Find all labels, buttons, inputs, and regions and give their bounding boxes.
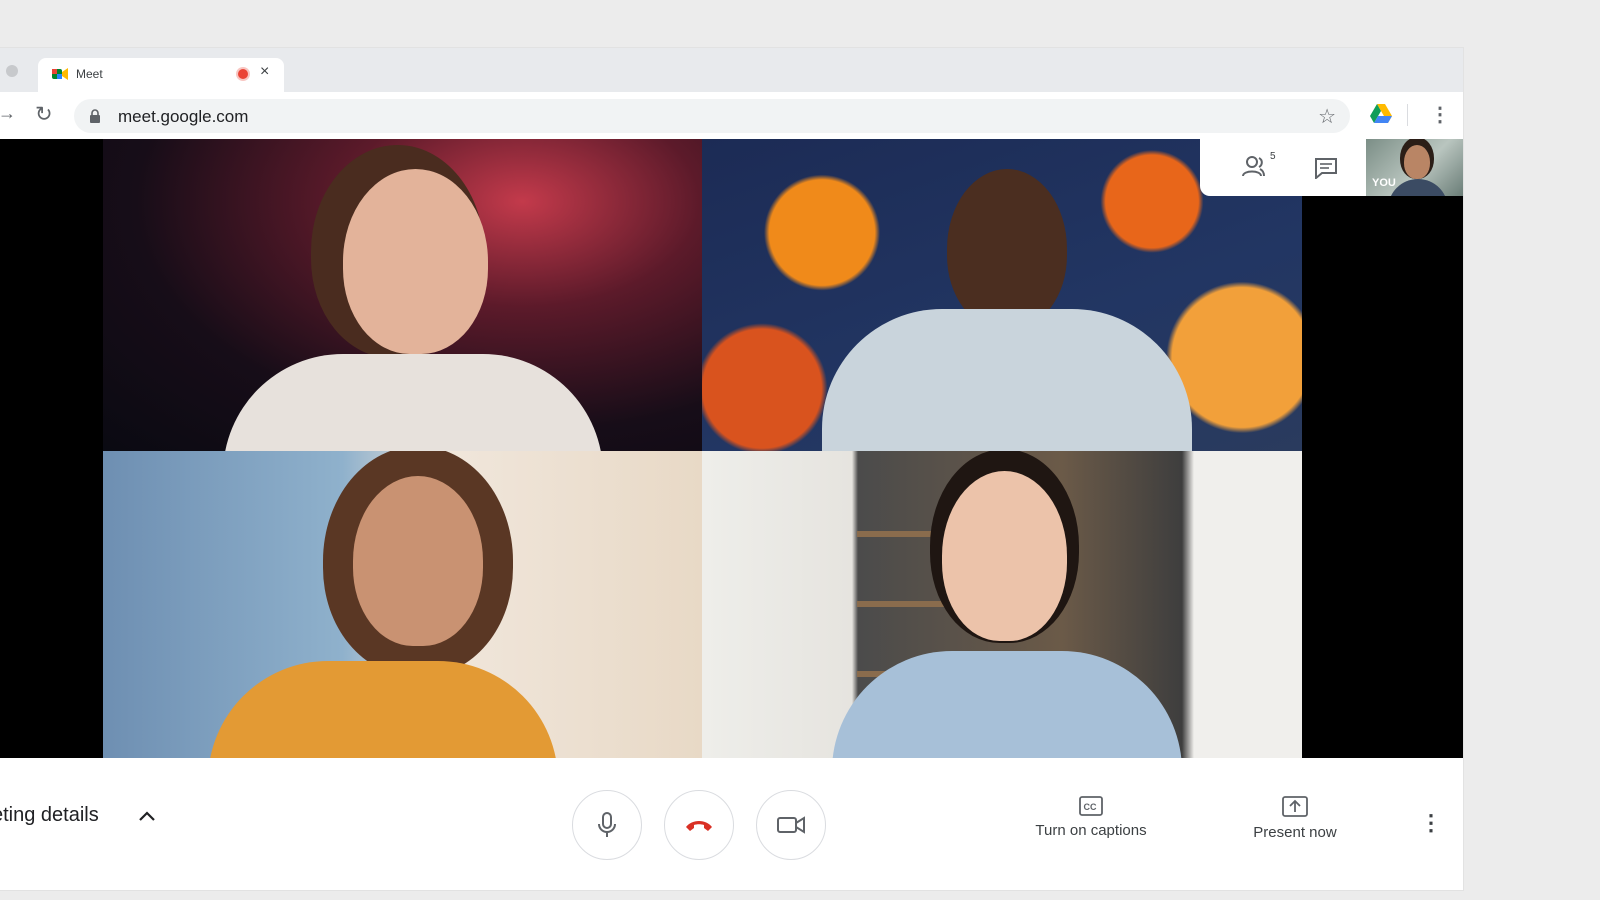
more-options-icon[interactable]: ⋮ xyxy=(1420,810,1442,836)
address-bar[interactable]: meet.google.com ☆ xyxy=(74,99,1350,133)
participant-tile-4[interactable] xyxy=(702,451,1302,758)
browser-toolbar: → ↻ meet.google.com ☆ ⋮ xyxy=(0,92,1463,141)
participant-count: 5 xyxy=(1270,151,1276,162)
self-view-thumbnail[interactable]: YOU xyxy=(1366,139,1463,196)
google-drive-icon[interactable] xyxy=(1370,104,1392,124)
window-control-dot[interactable] xyxy=(6,65,18,77)
hang-up-icon xyxy=(686,821,712,831)
self-view-avatar xyxy=(1404,145,1430,179)
bookmark-star-icon[interactable]: ☆ xyxy=(1318,104,1336,129)
meeting-controls-bar: eting details CC Turn on captions Presen… xyxy=(0,758,1463,890)
microphone-icon xyxy=(598,812,616,837)
closed-captions-icon: CC xyxy=(1079,796,1103,816)
tab-meet[interactable]: Meet × xyxy=(38,58,284,92)
browser-menu-icon[interactable]: ⋮ xyxy=(1430,102,1450,127)
toolbar-divider xyxy=(1407,104,1408,126)
captions-label: Turn on captions xyxy=(1035,822,1147,839)
participant-tile-1[interactable] xyxy=(103,139,702,451)
chevron-up-icon[interactable] xyxy=(138,810,156,822)
present-screen-icon xyxy=(1282,796,1308,817)
participant-video xyxy=(103,451,702,758)
recording-indicator-icon xyxy=(238,69,248,79)
reload-icon[interactable]: ↻ xyxy=(35,102,53,127)
url-text[interactable]: meet.google.com xyxy=(118,107,248,127)
tab-title: Meet xyxy=(76,67,103,81)
browser-window: Meet × → ↻ meet.google.com ☆ ⋮ 5 YOU eti… xyxy=(0,48,1463,890)
captions-button[interactable]: CC Turn on captions xyxy=(1012,796,1170,839)
video-grid: 5 YOU xyxy=(0,139,1463,758)
people-icon[interactable] xyxy=(1242,155,1270,177)
self-view-label: YOU xyxy=(1372,177,1396,189)
meeting-details-button[interactable]: eting details xyxy=(0,804,99,827)
forward-arrow-icon[interactable]: → xyxy=(0,103,16,124)
microphone-button[interactable] xyxy=(572,790,642,860)
participant-video xyxy=(702,451,1302,758)
chat-icon[interactable] xyxy=(1314,157,1338,179)
participant-video xyxy=(103,139,702,451)
present-now-button[interactable]: Present now xyxy=(1220,796,1370,841)
lock-icon xyxy=(90,109,100,123)
meeting-top-controls: 5 xyxy=(1200,139,1366,196)
present-now-label: Present now xyxy=(1253,824,1337,841)
camera-button[interactable] xyxy=(756,790,826,860)
meet-logo-icon xyxy=(52,68,68,80)
svg-text:CC: CC xyxy=(1084,802,1097,812)
camera-icon xyxy=(777,816,805,834)
close-tab-icon[interactable]: × xyxy=(260,63,269,81)
tab-strip: Meet × xyxy=(0,48,1463,92)
hang-up-button[interactable] xyxy=(664,790,734,860)
participant-tile-3[interactable] xyxy=(103,451,702,758)
